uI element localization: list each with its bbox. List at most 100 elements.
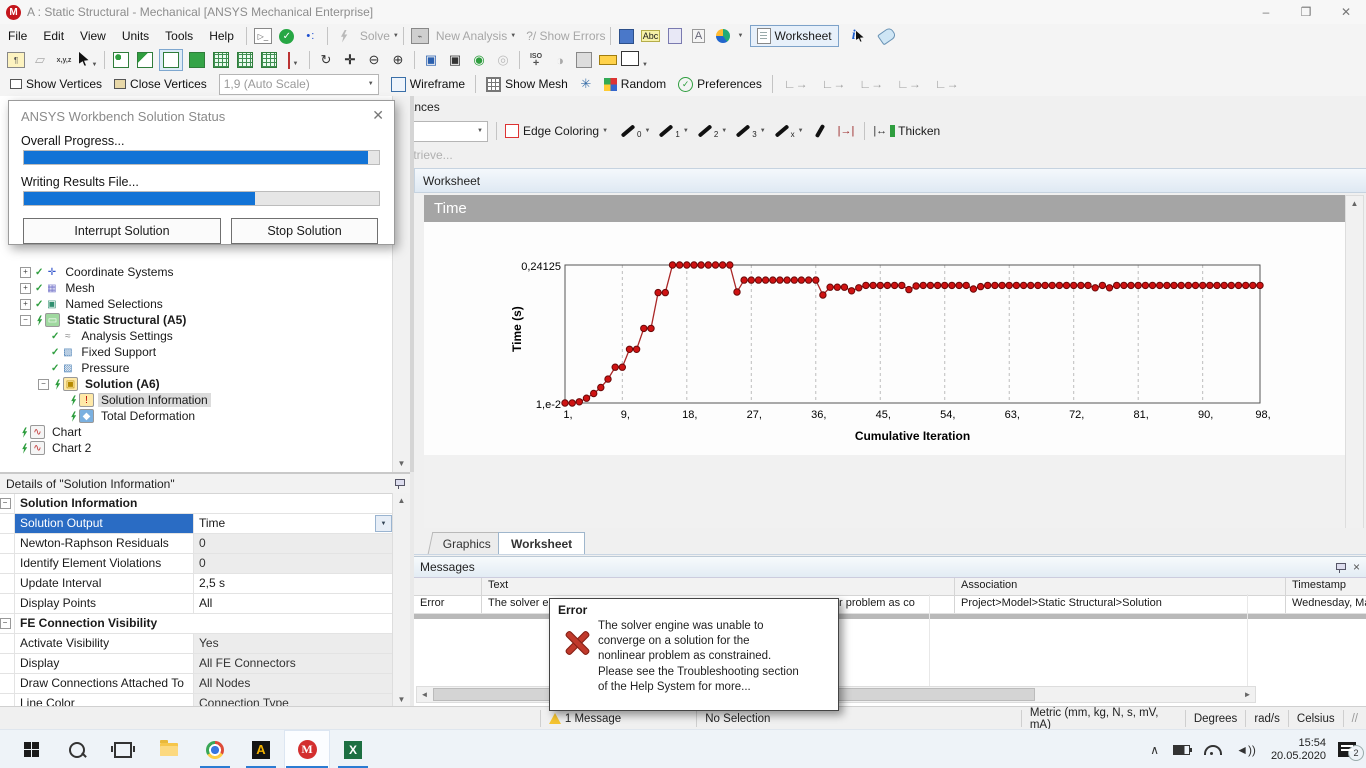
look-at-icon[interactable]: ◑ — [549, 50, 571, 70]
solve-icon[interactable] — [333, 26, 355, 46]
tree-item[interactable]: + ✓ ✛ Coordinate Systems — [2, 264, 388, 280]
axis-triad-icon-4[interactable]: ∟→ — [897, 77, 921, 91]
details-label[interactable]: Draw Connections Attached To — [15, 674, 194, 693]
expander-icon[interactable]: − — [38, 378, 49, 390]
edge-coloring-dropdown-icon[interactable]: ▼ — [602, 128, 608, 134]
details-value[interactable]: Yes — [194, 634, 393, 653]
tree-item-label[interactable]: Mesh — [62, 281, 97, 295]
details-value[interactable]: All FE Connectors — [194, 654, 393, 673]
tree-item-label[interactable]: Pressure — [78, 361, 132, 375]
details-value[interactable]: 0 — [194, 554, 393, 573]
taskbar-clock[interactable]: 15:54 20.05.2020 — [1271, 737, 1326, 763]
zoom-prev-icon[interactable]: ◎ — [492, 50, 514, 70]
details-value[interactable]: All — [194, 594, 393, 613]
annotation-icon[interactable]: Abc — [640, 26, 662, 46]
details-value[interactable]: 2,5 s — [194, 574, 393, 593]
message-count-cell[interactable]: 1 Message — [541, 710, 698, 727]
scroll-right-icon[interactable]: ► — [1240, 688, 1255, 701]
select-element-icon[interactable] — [258, 50, 280, 70]
direction-icon[interactable]: |→| — [838, 125, 855, 137]
details-label[interactable]: Update Interval — [15, 574, 194, 593]
tab-graphics[interactable]: Graphics — [427, 532, 507, 554]
coordinates-probe-icon[interactable]: x,y,z — [53, 50, 75, 70]
solution-status-icon[interactable]: ✓ — [276, 26, 298, 46]
details-label[interactable]: Display Points — [15, 594, 194, 613]
worksheet-toggle-button[interactable]: Worksheet — [749, 25, 839, 47]
label-move-icon[interactable]: ▱ — [29, 50, 51, 70]
tree-item[interactable]: ✓ ≈ Analysis Settings — [2, 328, 388, 344]
zoom-fit-icon[interactable]: ◉ — [468, 50, 490, 70]
tray-expand-icon[interactable]: ∧ — [1150, 743, 1159, 757]
box-zoom-icon[interactable]: ▣ — [444, 50, 466, 70]
mechanical-app-button[interactable]: M — [284, 730, 330, 768]
close-button[interactable]: ✕ — [1326, 1, 1366, 23]
tree-item[interactable]: − ▭ Static Structural (A5) — [2, 312, 388, 328]
tree-item[interactable]: ∿ Chart 2 — [2, 440, 388, 456]
details-scrollbar[interactable]: ▲ ▼ — [392, 493, 410, 708]
column-header-severity[interactable] — [414, 578, 482, 595]
menu-file[interactable]: File — [0, 26, 35, 46]
edge-pen-2-icon[interactable]: 2 ▼ — [697, 121, 727, 141]
column-header-Association[interactable]: Association — [955, 578, 1286, 595]
tag-icon[interactable] — [876, 26, 898, 46]
iso-view-icon[interactable]: ISO ✛ — [525, 50, 547, 70]
close-vertices-button[interactable]: Close Vertices — [108, 74, 213, 94]
collapse-icon[interactable]: − — [0, 498, 11, 509]
maximize-button[interactable]: ❒ — [1286, 1, 1326, 23]
axis-triad-icon-5[interactable]: ∟→ — [935, 77, 959, 91]
comment-icon[interactable] — [616, 26, 638, 46]
new-analysis-dropdown-icon[interactable]: ▼ — [510, 33, 516, 39]
units-cell[interactable]: Metric (mm, kg, N, s, mV, mA) — [1022, 707, 1186, 731]
axis-triad-icon-1[interactable]: ∟→ — [784, 77, 808, 91]
text-label-icon[interactable]: A — [688, 26, 710, 46]
angular-velocity-unit-cell[interactable]: rad/s — [1246, 710, 1289, 727]
command-prompt-icon[interactable]: ▷_ — [252, 26, 274, 46]
image-capture-icon[interactable] — [712, 26, 734, 46]
details-label[interactable]: Activate Visibility — [15, 634, 194, 653]
tree-item[interactable]: ! Solution Information — [2, 392, 388, 408]
details-value[interactable]: All Nodes — [194, 674, 393, 693]
menu-edit[interactable]: Edit — [35, 26, 72, 46]
details-value[interactable]: 0 — [194, 534, 393, 553]
edge-pen-1-icon[interactable]: 1 ▼ — [658, 121, 689, 141]
pan-icon[interactable]: ✛ — [339, 50, 361, 70]
excel-button[interactable]: X — [330, 730, 376, 768]
edge-pen-3-icon[interactable]: 3 ▼ — [735, 121, 766, 141]
worksheet-vertical-scrollbar[interactable]: ▲ — [1345, 195, 1364, 530]
expander-icon[interactable]: + — [20, 298, 31, 310]
tree-item-label[interactable]: Fixed Support — [78, 345, 159, 359]
tree-item-label[interactable]: Analysis Settings — [78, 329, 175, 343]
angle-unit-cell[interactable]: Degrees — [1186, 710, 1247, 727]
select-edge-icon[interactable] — [134, 50, 156, 70]
axis-triad-icon-2[interactable]: ∟→ — [822, 77, 846, 91]
box-zoom-blue-icon[interactable]: ▣ — [420, 50, 442, 70]
snap-dots-icon[interactable]: •: — [300, 26, 322, 46]
random-colors-button[interactable]: Random — [598, 74, 672, 94]
tree-item[interactable]: ∿ Chart — [2, 424, 388, 440]
probe-snap-icon[interactable]: ✳ — [575, 74, 597, 94]
details-label[interactable]: Newton-Raphson Residuals — [15, 534, 194, 553]
scroll-left-icon[interactable]: ◄ — [417, 688, 432, 701]
collapse-icon[interactable]: − — [0, 618, 11, 629]
select-cursor-icon[interactable]: ▼ — [77, 50, 99, 70]
file-explorer-button[interactable] — [146, 730, 192, 768]
select-vertex-icon[interactable] — [110, 50, 132, 70]
rotate-icon[interactable]: ↻ — [315, 50, 337, 70]
tree-item[interactable]: ✓ ▧ Fixed Support — [2, 344, 388, 360]
new-analysis-label[interactable]: New Analysis — [436, 29, 507, 43]
tree-item[interactable]: + ✓ ▣ Named Selections — [2, 296, 388, 312]
preferences-button[interactable]: ✓ Preferences — [672, 74, 768, 94]
tree-item-label[interactable]: Chart 2 — [49, 441, 94, 455]
tree-item-label[interactable]: Solution (A6) — [82, 377, 163, 391]
solve-dropdown-icon[interactable]: ▼ — [393, 33, 399, 39]
menu-tools[interactable]: Tools — [157, 26, 201, 46]
tree-item[interactable]: ◆ Total Deformation — [2, 408, 388, 424]
edge-pen-x-icon[interactable]: x ▼ — [774, 121, 804, 141]
details-value[interactable]: Time ▼ — [194, 514, 393, 533]
viewports-icon[interactable]: ▼ — [621, 50, 648, 70]
tree-item-label[interactable]: Solution Information — [98, 393, 211, 407]
select-body-icon[interactable] — [186, 50, 208, 70]
message-timestamp[interactable]: Wednesday, May 20, 2020 — [1286, 596, 1366, 613]
dialog-close-icon[interactable]: ✕ — [372, 107, 384, 124]
edge-pen-0-icon[interactable]: 0 ▼ — [620, 121, 650, 141]
